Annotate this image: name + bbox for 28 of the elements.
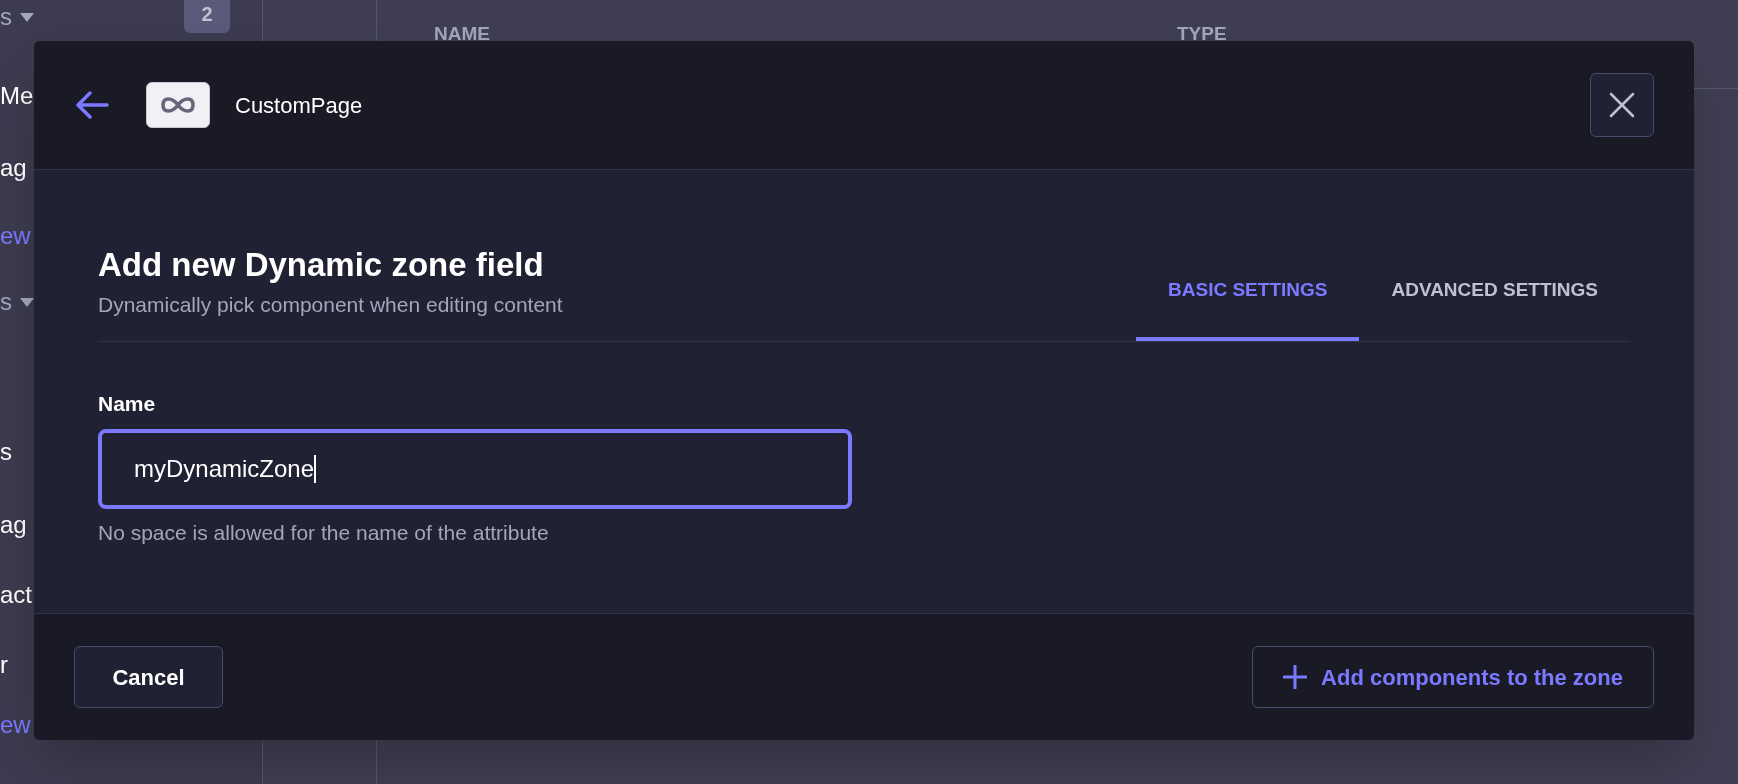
field-hint: No space is allowed for the name of the attribute: [98, 520, 550, 547]
caret-icon: [20, 12, 34, 22]
sidebar-item[interactable]: r: [0, 647, 8, 683]
count-badge: 2: [184, 0, 230, 33]
caret-icon: [20, 297, 34, 307]
dialog-heading: Add new Dynamic zone field: [98, 245, 545, 285]
close-button[interactable]: [1590, 73, 1654, 137]
name-input-field[interactable]: myDynamicZone: [98, 429, 852, 510]
sidebar-item[interactable]: Me: [0, 78, 34, 114]
settings-tab[interactable]: ADVANCED SETTINGS: [1359, 276, 1630, 341]
close-icon: [1609, 92, 1635, 118]
sidebar-item[interactable]: act: [0, 577, 32, 613]
settings-tab[interactable]: BASIC SETTINGS: [1136, 276, 1360, 341]
field-label: Name: [98, 390, 157, 417]
add-components-button[interactable]: Add components to the zone: [1252, 646, 1654, 708]
sidebar-item[interactable]: s: [0, 434, 12, 470]
sidebar-heading[interactable]: s: [0, 0, 12, 35]
cancel-button[interactable]: Cancel: [74, 646, 223, 708]
plus-icon: [1283, 665, 1308, 689]
sidebar-heading[interactable]: s: [0, 284, 12, 320]
back-arrow-icon: [75, 91, 109, 119]
component-icon: [146, 82, 210, 128]
column-header: NAME: [434, 22, 491, 46]
dialog-subtitle: Dynamically pick component when editing content: [98, 292, 564, 319]
column-header: TYPE: [1177, 22, 1227, 46]
modal-title: CustomPage: [235, 91, 363, 120]
sidebar-item[interactable]: ag: [0, 507, 27, 543]
sidebar-item[interactable]: ag: [0, 150, 27, 186]
